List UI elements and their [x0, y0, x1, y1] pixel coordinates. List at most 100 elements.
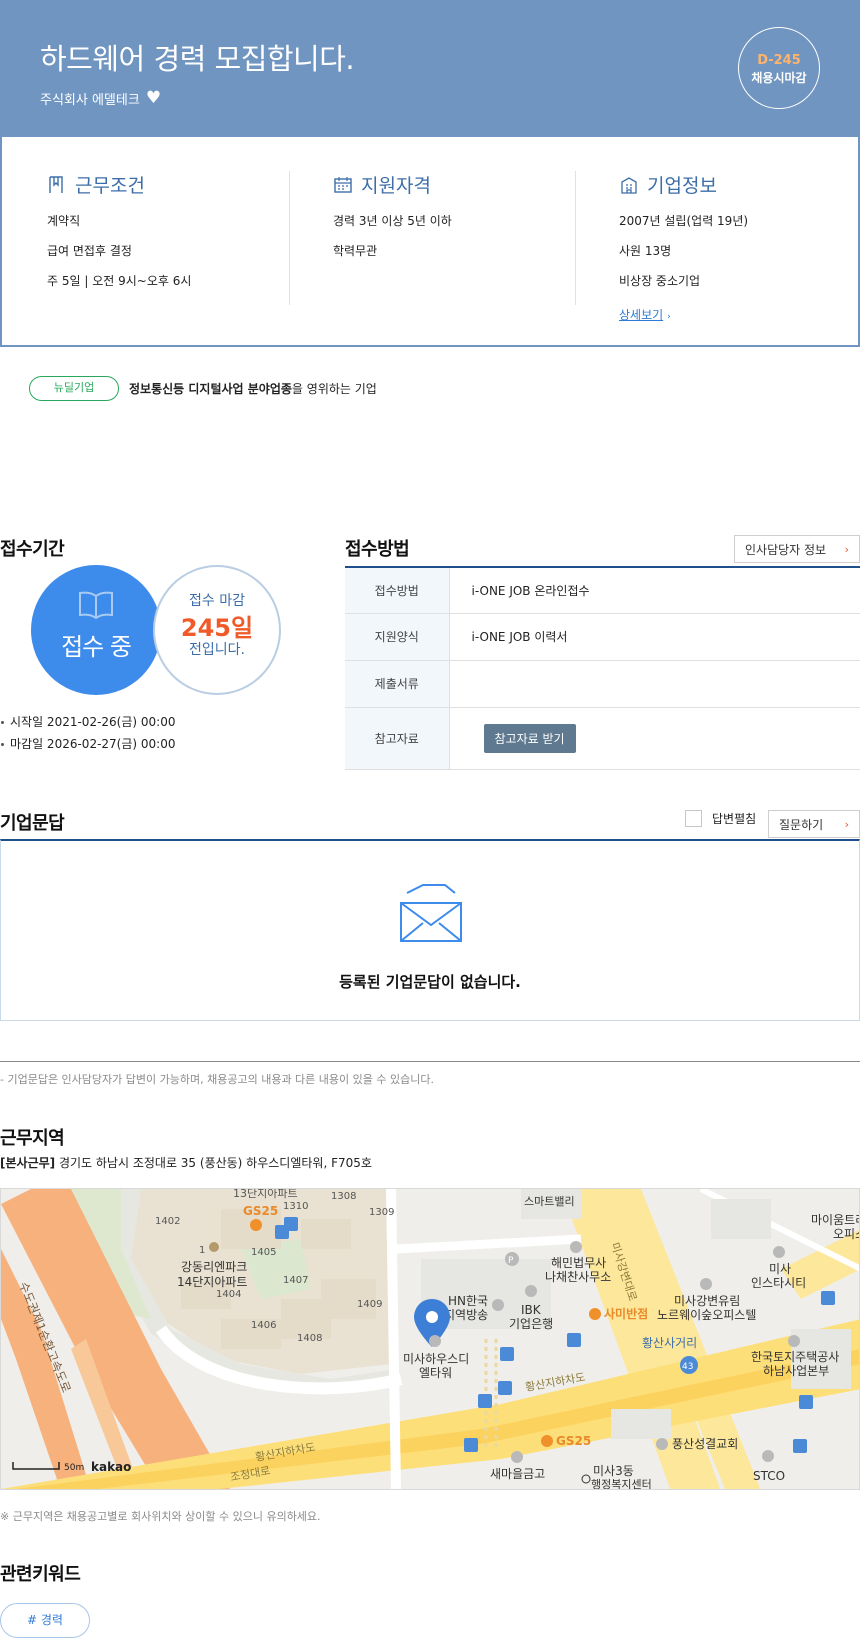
dday-count: D-245	[757, 53, 801, 68]
company-name-row: 주식회사 에델테크 ♥	[40, 89, 161, 109]
svg-text:미사강변유림: 미사강변유림	[674, 1294, 740, 1308]
svg-text:행정복지센터: 행정복지센터	[591, 1478, 652, 1490]
svg-text:1409: 1409	[357, 1299, 382, 1310]
svg-text:하남사업본부: 하남사업본부	[763, 1364, 829, 1378]
days-left: 245일	[180, 614, 254, 642]
svg-text:미사3동: 미사3동	[593, 1464, 634, 1478]
svg-text:STCO: STCO	[753, 1469, 785, 1483]
svg-text:50m: 50m	[64, 1463, 84, 1473]
unfold-answers-label[interactable]: 답변펼침	[712, 810, 756, 827]
dday-badge: D-245 채용시마감	[738, 27, 820, 109]
svg-text:P: P	[508, 1256, 514, 1266]
newdeal-description: 정보통신등 디지털사업 분야업종을 영위하는 기업	[129, 382, 377, 396]
dday-text: 채용시마감	[751, 71, 807, 85]
qa-controls: 답변펼침	[685, 810, 756, 827]
work-condition-item: 계약직	[47, 214, 81, 228]
calendar-icon	[334, 176, 352, 193]
heart-icon[interactable]: ♥	[146, 90, 161, 107]
newdeal-badge: 뉴딜기업	[29, 376, 119, 401]
svg-text:마이움트리: 마이움트리	[811, 1213, 860, 1227]
work-condition-item: 주 5일 | 오전 9시~오후 6시	[47, 274, 192, 288]
svg-text:미사: 미사	[769, 1262, 791, 1276]
svg-text:사미반점: 사미반점	[604, 1306, 648, 1321]
work-conditions-title: 근무조건	[75, 175, 145, 197]
qualifications: 지원자격 경력 3년 이상 5년 이하 학력무관	[333, 171, 452, 272]
table-row: 참고자료 참고자료 받기	[345, 707, 860, 770]
table-row: 지원양식 i-ONE JOB 이력서	[345, 613, 860, 661]
status-circle: 접수 중	[31, 565, 161, 695]
table-key: 지원양식	[345, 613, 450, 661]
svg-text:13단지아파트: 13단지아파트	[233, 1189, 298, 1200]
svg-text:한국토지주택공사: 한국토지주택공사	[751, 1350, 839, 1364]
svg-text:kakao: kakao	[91, 1460, 131, 1474]
svg-text:43: 43	[682, 1362, 693, 1372]
svg-text:노르웨이숲오피스텔: 노르웨이숲오피스텔	[657, 1308, 756, 1322]
divider	[289, 171, 290, 305]
table-value	[449, 660, 860, 708]
address-text: 경기도 하남시 조정대로 35 (풍산동) 하우스디엘타워, F705호	[55, 1156, 372, 1170]
svg-text:1308: 1308	[331, 1191, 356, 1202]
svg-text:1408: 1408	[297, 1333, 322, 1344]
company-name[interactable]: 주식회사 에델테크	[40, 89, 140, 108]
company-info-item: 비상장 중소기업	[619, 274, 701, 288]
svg-text:오피스: 오피스	[833, 1227, 860, 1241]
keywords-title: 관련키워드	[0, 1564, 81, 1585]
table-key: 참고자료	[345, 707, 450, 770]
keyword-tag[interactable]: # 경력	[0, 1603, 90, 1638]
svg-text:새마을금고: 새마을금고	[490, 1467, 545, 1481]
divider	[0, 1061, 860, 1062]
table-value: i-ONE JOB 온라인접수	[449, 567, 860, 614]
period-dates: 시작일 2021-02-26(금) 00:00 마감일 2026-02-27(금…	[0, 713, 175, 757]
job-title: 하드웨어 경력 모집합니다.	[40, 42, 355, 76]
svg-text:1309: 1309	[369, 1207, 394, 1218]
svg-text:인스타시티: 인스타시티	[751, 1276, 806, 1290]
work-condition-item: 급여 면접후 결정	[47, 244, 132, 258]
ask-question-button[interactable]: 질문하기 ›	[768, 810, 860, 838]
days-suffix: 전입니다.	[189, 642, 245, 658]
location-map[interactable]: 수도권제1순환고속도로 미사강변대로 황산지하차도 황산지하차도 조정대로 13…	[0, 1188, 860, 1490]
svg-text:1404: 1404	[216, 1289, 241, 1300]
svg-text:IBK: IBK	[521, 1303, 542, 1317]
book-icon	[79, 591, 113, 619]
company-info: 기업정보 2007년 설립(업력 19년) 사원 13명 비상장 중소기업 상세…	[619, 171, 748, 323]
chevron-right-icon: ›	[844, 817, 849, 831]
svg-text:황산사거리: 황산사거리	[642, 1336, 697, 1350]
svg-text:HN한국: HN한국	[448, 1294, 488, 1308]
svg-text:엘타워: 엘타워	[419, 1366, 452, 1380]
table-value: i-ONE JOB 이력서	[449, 613, 860, 661]
work-conditions: 근무조건 계약직 급여 면접후 결정 주 5일 | 오전 9시~오후 6시	[47, 171, 191, 302]
company-detail-link[interactable]: 상세보기 ›	[619, 306, 671, 323]
chevron-right-icon: ›	[667, 312, 671, 322]
status-text: 접수 중	[61, 633, 132, 661]
company-info-title: 기업정보	[647, 175, 717, 197]
location-note: ※ 근무지역은 채용공고별로 회사위치와 상이할 수 있으니 유의하세요.	[0, 1510, 321, 1523]
qa-box: 등록된 기업문답이 없습니다.	[0, 839, 860, 1021]
svg-text:GS25: GS25	[556, 1434, 591, 1448]
svg-text:기업은행: 기업은행	[509, 1316, 553, 1331]
period-title: 접수기간	[0, 539, 65, 560]
unfold-answers-checkbox[interactable]	[685, 810, 702, 827]
svg-text:강동리엔파크: 강동리엔파크	[181, 1260, 247, 1274]
reference-download-button[interactable]: 참고자료 받기	[483, 723, 576, 753]
svg-text:스마트밸리: 스마트밸리	[524, 1195, 575, 1208]
svg-text:미사하우스디: 미사하우스디	[403, 1352, 469, 1366]
company-info-item: 2007년 설립(업력 19년)	[619, 214, 749, 228]
job-header: 하드웨어 경력 모집합니다. 주식회사 에델테크 ♥ D-245 채용시마감	[0, 0, 860, 137]
deadline-circle: 접수 마감 245일 전입니다.	[153, 565, 281, 695]
divider	[575, 171, 576, 305]
chevron-right-icon: ›	[844, 542, 849, 556]
svg-text:풍산성결교회: 풍산성결교회	[672, 1437, 738, 1451]
building-icon	[621, 176, 637, 194]
svg-text:1406: 1406	[251, 1320, 276, 1331]
apply-table: 접수방법 i-ONE JOB 온라인접수 지원양식 i-ONE JOB 이력서 …	[345, 566, 860, 770]
deadline-label: 접수 마감	[189, 593, 245, 609]
svg-text:해민법무사: 해민법무사	[551, 1256, 606, 1270]
svg-text:나채찬사무소: 나채찬사무소	[545, 1269, 611, 1284]
qa-empty-text: 등록된 기업문답이 없습니다.	[339, 973, 521, 991]
table-key: 접수방법	[345, 567, 450, 614]
hr-info-button[interactable]: 인사담당자 정보 ›	[734, 535, 860, 563]
location-title: 근무지역	[0, 1128, 65, 1149]
end-date: 마감일 2026-02-27(금) 00:00	[0, 735, 175, 752]
summary-box: 근무조건 계약직 급여 면접후 결정 주 5일 | 오전 9시~오후 6시 지원…	[0, 137, 860, 347]
address-tag: [본사근무]	[0, 1156, 56, 1170]
